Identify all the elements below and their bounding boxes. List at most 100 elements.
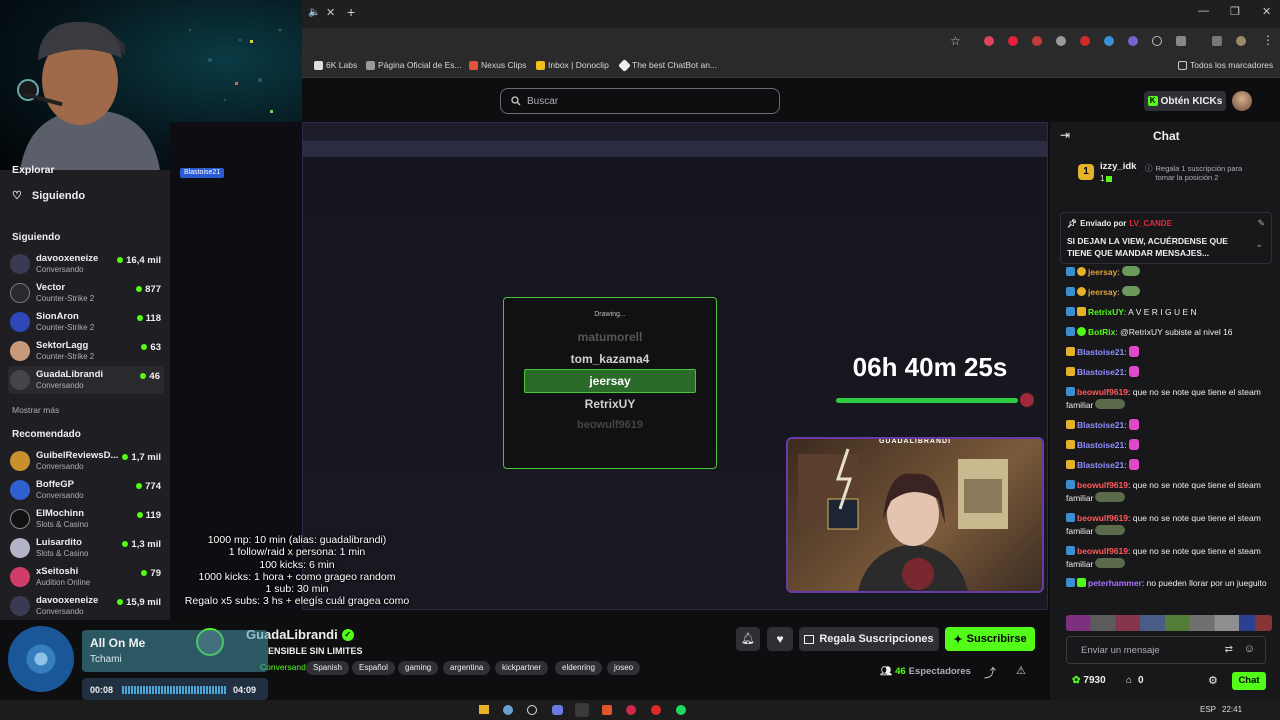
- bookmark-nexus-clips[interactable]: Nexus Clips: [469, 60, 526, 70]
- chat-message: beowulf9619: que no se note que tiene el…: [1066, 387, 1261, 410]
- spotify-icon[interactable]: [676, 705, 686, 715]
- sidebar-following-link[interactable]: ♡ Siguiendo: [12, 189, 85, 203]
- bookmark-6k-labs[interactable]: 6K Labs: [314, 60, 357, 70]
- elapsed-time: 00:08: [90, 685, 114, 695]
- sidebar-channel-xseitoshi[interactable]: xSeitoshi Audition Online 79: [10, 563, 165, 591]
- chrome-icon[interactable]: [575, 703, 589, 717]
- unpin-icon[interactable]: ✎: [1257, 218, 1265, 229]
- chat-input[interactable]: Enviar un mensaje ⇄ ☺: [1066, 636, 1266, 664]
- emoji-icon[interactable]: ☺: [1244, 643, 1255, 655]
- bookmark-pagina-oficial[interactable]: Página Oficial de Es...: [366, 60, 462, 70]
- vinyl-icon: [8, 626, 74, 692]
- bookmark-star-icon[interactable]: ☆: [950, 34, 961, 48]
- minimize-window-button[interactable]: —: [1198, 5, 1209, 17]
- language-indicator[interactable]: ESP: [1200, 705, 1216, 714]
- extension-icon[interactable]: [1056, 36, 1066, 46]
- tag-argentina[interactable]: argentina: [443, 661, 491, 675]
- new-tab-button[interactable]: +: [347, 4, 355, 20]
- search-placeholder: Buscar: [527, 95, 559, 107]
- file-explorer-icon[interactable]: [479, 705, 489, 714]
- sidebar-channel-luisardito[interactable]: Luisardito Slots & Casino 1,3 mil: [10, 534, 165, 562]
- sidebar-channel-elmochinn[interactable]: ElMochinn Slots & Casino 119: [10, 505, 165, 533]
- sidebar-channel-davooxeneize[interactable]: davooxeneize Conversando 16,4 mil: [10, 250, 165, 278]
- youtube-icon[interactable]: [651, 705, 661, 715]
- sidebar-channel-vector[interactable]: Vector Counter-Strike 2 877: [10, 279, 165, 307]
- follow-heart-button[interactable]: ♥: [767, 627, 793, 651]
- channel-points[interactable]: ✿ 7930: [1072, 675, 1106, 686]
- notifications-bell-button[interactable]: 🔔︎: [736, 627, 760, 651]
- close-window-button[interactable]: ✕: [1262, 5, 1271, 18]
- chat-message: Blastoise21:: [1066, 459, 1272, 472]
- emote-icon: [1095, 558, 1126, 568]
- collapse-icon: ⇥: [1060, 128, 1071, 142]
- collapse-chat-button[interactable]: ⇥: [1060, 128, 1070, 142]
- pinned-text: SI DEJAN LA VIEW, ACUÉRDENSE QUE TIENE Q…: [1067, 236, 1228, 258]
- extension-icon[interactable]: [1080, 36, 1090, 46]
- report-button[interactable]: ⚠: [1016, 664, 1026, 677]
- sidebar-explore[interactable]: Explorar: [12, 164, 55, 176]
- subscribe-button[interactable]: ✦ Suscribirse: [945, 627, 1035, 651]
- bookmark-icon: [618, 58, 631, 72]
- chevron-down-icon[interactable]: ⌄: [1255, 239, 1263, 250]
- badge-icon: [1066, 327, 1075, 336]
- top-gifter-name[interactable]: izzy_idk: [1100, 161, 1136, 172]
- sidebar-channel-sektorlagg[interactable]: SektorLagg Counter-Strike 2 63: [10, 337, 165, 365]
- bookmark-donoclip[interactable]: Inbox | Donoclip: [536, 60, 609, 70]
- all-bookmarks-folder[interactable]: Todos los marcadores: [1178, 60, 1273, 70]
- pinned-message[interactable]: 📌︎ Enviado por LV_CANDE SI DEJAN LA VIEW…: [1060, 212, 1272, 264]
- top-gifter-rank-badge: 1: [1078, 164, 1094, 180]
- clock[interactable]: 22:41: [1222, 705, 1242, 714]
- badge-icon: [1066, 307, 1075, 316]
- close-tab-icon[interactable]: ✕: [326, 6, 335, 19]
- tag-joseo[interactable]: joseo: [607, 661, 641, 675]
- tag-eldenring[interactable]: eldenring: [555, 661, 602, 675]
- share-button[interactable]: ⤴: [984, 664, 996, 681]
- sidebar-channel-boffegp[interactable]: BoffeGP Conversando 774: [10, 476, 165, 504]
- sidebar-channel-guadalibrandi[interactable]: GuadaLibrandi Conversando 46: [8, 366, 164, 394]
- chat-settings-button[interactable]: ⚙: [1208, 674, 1218, 687]
- extensions-puzzle-icon[interactable]: [1176, 36, 1186, 46]
- show-more-link[interactable]: Mostrar más: [12, 405, 59, 415]
- restore-window-button[interactable]: ❐: [1230, 5, 1240, 18]
- top-gifter-hint: ⓘ Regala 1 suscripción para tomar la pos…: [1145, 164, 1243, 182]
- discord-icon[interactable]: [552, 705, 563, 715]
- gift-subs-button[interactable]: Regala Suscripciones: [799, 627, 939, 651]
- chat-message: jeersay:: [1066, 286, 1272, 299]
- badge-icon: [1077, 578, 1086, 587]
- emote-icon: [1095, 492, 1126, 502]
- warning-icon: ⚠: [1016, 665, 1026, 677]
- media-icon[interactable]: [626, 705, 636, 715]
- chat-message: Blastoise21:: [1066, 439, 1272, 452]
- mute-tab-icon[interactable]: 🔈: [308, 7, 320, 18]
- extension-icon[interactable]: [984, 36, 994, 46]
- tag-espanol[interactable]: Español: [352, 661, 395, 675]
- badge-icon: [1066, 578, 1075, 587]
- extension-icon[interactable]: [1032, 36, 1042, 46]
- profile-icon[interactable]: [1236, 36, 1246, 46]
- raffle-drawing-panel: Drawing... matumorell tom_kazama4 jeersa…: [503, 297, 717, 469]
- reading-list-icon[interactable]: [1212, 36, 1222, 46]
- user-avatar[interactable]: [1232, 91, 1252, 111]
- gift-count[interactable]: ⌂ 0: [1126, 675, 1144, 686]
- search-input[interactable]: Buscar: [500, 88, 780, 114]
- brave-icon[interactable]: [602, 705, 612, 715]
- tag-gaming[interactable]: gaming: [398, 661, 439, 675]
- sidebar-channel-guibelreviews[interactable]: GuibelReviewsD... Conversando 1,7 mil: [10, 447, 165, 475]
- extension-icon[interactable]: [1104, 36, 1114, 46]
- translate-icon[interactable]: ⇄: [1225, 644, 1233, 655]
- bookmark-chatbot[interactable]: The best ChatBot an...: [618, 58, 717, 72]
- obs-icon[interactable]: [527, 705, 537, 715]
- browser-menu-icon[interactable]: ⋮: [1262, 33, 1274, 47]
- badge-icon: [1077, 327, 1086, 336]
- info-icon[interactable]: [1152, 36, 1162, 46]
- extension-icon[interactable]: [1128, 36, 1138, 46]
- tag-spanish[interactable]: Spanish: [306, 661, 349, 675]
- sidebar-channel-davooxeneize-rec[interactable]: davooxeneize Conversando 15,9 mil: [10, 592, 165, 620]
- subathon-timer: 06h 40m 25s: [852, 352, 1008, 382]
- extension-icon[interactable]: [1008, 36, 1018, 46]
- get-kicks-button[interactable]: K Obtén KICKs: [1144, 91, 1226, 111]
- send-chat-button[interactable]: Chat: [1232, 672, 1266, 690]
- sidebar-channel-sionaron[interactable]: SionAron Counter-Strike 2 118: [10, 308, 165, 336]
- steam-icon[interactable]: [503, 705, 513, 715]
- tag-kickpartner[interactable]: kickpartner: [495, 661, 549, 675]
